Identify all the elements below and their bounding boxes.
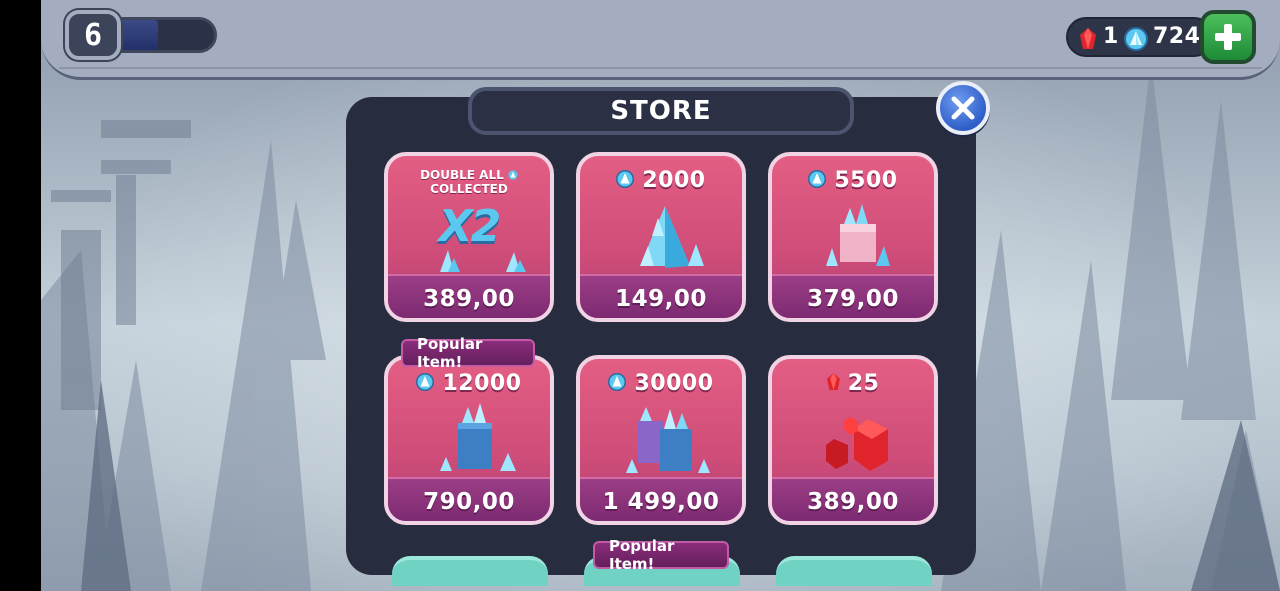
store-item-crystals-12000[interactable]: 12000 790,00 — [384, 355, 554, 525]
ruby-pile-art — [826, 417, 888, 471]
crystal-count: 724 — [1153, 24, 1201, 49]
store-item-crystals-30000[interactable]: 30000 1 499,00 — [576, 355, 746, 525]
crystal-pile-art — [640, 206, 704, 268]
store-item-peek-left[interactable] — [392, 556, 548, 586]
item-amount-row: 25 — [772, 371, 934, 396]
item-amount: 5500 — [834, 168, 898, 193]
store-item-double-collected[interactable]: DOUBLE ALL COLLECTED X2 389,00 — [384, 152, 554, 322]
caption-line-1: DOUBLE ALL — [420, 168, 504, 182]
item-amount-row: 12000 — [388, 371, 550, 396]
item-price: 790,00 — [423, 489, 515, 515]
ruby-gem-icon — [1080, 28, 1096, 49]
crystal-icon — [608, 373, 627, 391]
crystal-icon — [1124, 27, 1148, 51]
level-badge: 6 — [65, 10, 121, 60]
crystal-icon — [616, 170, 635, 188]
item-amount: 25 — [847, 371, 880, 396]
close-store-button[interactable] — [936, 81, 990, 135]
ruby-count: 1 — [1103, 24, 1119, 49]
item-amount: 12000 — [442, 371, 522, 396]
item-amount: 2000 — [642, 168, 706, 193]
crystal-icon — [808, 170, 827, 188]
crystal-crates-art — [626, 407, 710, 473]
item-price: 379,00 — [807, 286, 899, 312]
close-icon — [951, 96, 975, 120]
popular-item-tag: Popular Item! — [401, 335, 535, 371]
store-item-crystals-2000[interactable]: 2000 149,00 — [576, 152, 746, 322]
crystal-crate-art — [440, 403, 516, 471]
item-amount-row: 5500 — [772, 168, 934, 193]
item-price: 149,00 — [615, 286, 707, 312]
item-price: 389,00 — [807, 489, 899, 515]
store-item-crystals-5500[interactable]: 5500 379,00 — [768, 152, 938, 322]
item-caption: DOUBLE ALL COLLECTED — [388, 168, 550, 196]
store-item-peek-right[interactable] — [776, 556, 932, 586]
left-letterbox — [0, 0, 41, 591]
crystal-box-art — [826, 204, 890, 266]
popular-item-tag-bottom: Popular Item! — [593, 537, 729, 573]
store-item-rubies-25[interactable]: 25 389,00 — [768, 355, 938, 525]
currency-counter: 1 724 — [1066, 17, 1214, 57]
plus-icon — [1215, 24, 1241, 50]
item-amount-row: 2000 — [580, 168, 742, 193]
store-title: STORE — [468, 87, 854, 135]
item-amount: 30000 — [634, 371, 714, 396]
crystal-icon — [416, 373, 435, 391]
level-indicator: 6 — [65, 10, 220, 60]
add-currency-button[interactable] — [1200, 10, 1256, 64]
ruby-gem-icon — [826, 373, 840, 391]
item-price: 389,00 — [423, 286, 515, 312]
crystal-icon — [508, 170, 518, 180]
crystal-shards-art — [440, 250, 526, 272]
item-price: 1 499,00 — [602, 489, 720, 515]
item-amount-row: 30000 — [580, 371, 742, 396]
caption-line-2: COLLECTED — [430, 182, 508, 196]
